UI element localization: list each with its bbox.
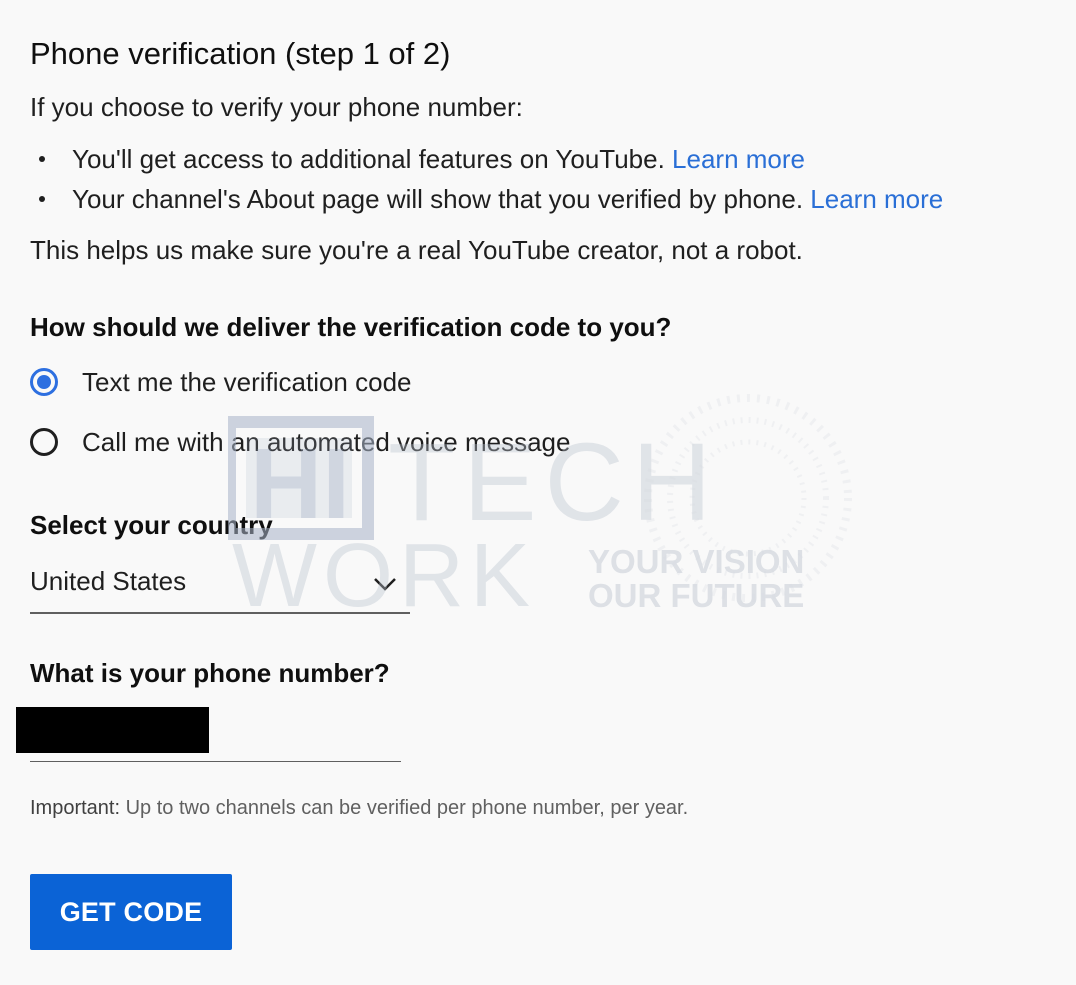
country-select[interactable]: United States [30,560,410,614]
robot-notice: This helps us make sure you're a real Yo… [30,235,803,265]
bullet-icon [39,156,45,162]
important-text: Up to two channels can be verified per p… [120,797,689,819]
benefit-text: You'll get access to additional features… [72,144,673,174]
watermark-tagline-2: OUR FUTURE [588,577,804,614]
intro-text: If you choose to verify your phone numbe… [30,92,523,122]
radio-option-text[interactable]: Text me the verification code [30,362,412,402]
radio-label: Call me with an automated voice message [82,426,571,457]
radio-option-call[interactable]: Call me with an automated voice message [30,422,570,462]
benefit-text: Your channel's About page will show that… [72,184,811,214]
country-question: Select your country [30,510,273,540]
radio-button-unchecked[interactable] [30,428,58,456]
watermark-tagline-1: YOUR VISION [588,543,804,580]
redacted-phone-number [16,707,209,753]
benefits-list: You'll get access to additional features… [30,142,943,222]
phone-question: What is your phone number? [30,658,390,688]
country-select-value: United States [30,566,187,596]
page-title: Phone verification (step 1 of 2) [30,36,451,71]
chevron-down-icon [374,578,396,591]
learn-more-link[interactable]: Learn more [672,144,805,174]
list-item: Your channel's About page will show that… [30,182,943,222]
delivery-question: How should we deliver the verification c… [30,312,672,342]
radio-label: Text me the verification code [82,366,412,397]
get-code-button[interactable]: GET CODE [30,874,232,950]
list-item: You'll get access to additional features… [30,142,943,182]
bullet-icon [39,196,45,202]
important-notice: Important: Up to two channels can be ver… [30,797,688,820]
phone-field[interactable] [16,706,401,762]
radio-button-checked[interactable] [30,368,58,396]
globe-icon [644,394,852,602]
important-label: Important: [30,797,121,819]
learn-more-link[interactable]: Learn more [810,184,943,214]
